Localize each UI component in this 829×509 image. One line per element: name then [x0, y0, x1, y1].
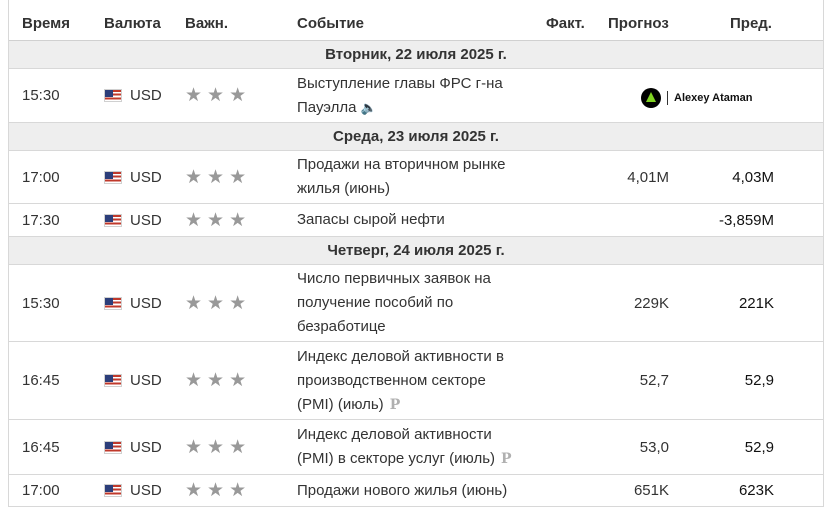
event-row[interactable]: 17:00 USD ★ ★ ★ Продажи на вторичном рынке… — [9, 151, 823, 204]
event-previous: 221K — [738, 294, 774, 312]
event-forecast: 52,7 — [639, 372, 669, 389]
importance-stars: ★ ★ ★ — [185, 204, 251, 236]
us-flag-icon — [104, 440, 122, 454]
event-name[interactable]: Продажи нового жилья (июнь) — [297, 475, 527, 506]
importance-stars: ★ ★ ★ — [185, 265, 251, 341]
column-header-currency[interactable]: Валюта — [104, 15, 161, 32]
star-icon: ★ — [185, 209, 203, 231]
event-currency: USD — [104, 475, 162, 506]
event-forecast: 53,0 — [639, 438, 669, 456]
star-icon: ★ — [207, 166, 225, 188]
column-header-forecast[interactable]: Прогноз — [608, 15, 669, 32]
event-name[interactable]: Индекс деловой активности (PMI) в секторе… — [297, 420, 527, 474]
star-icon: ★ — [229, 85, 247, 106]
event-time: 16:45 — [22, 438, 60, 456]
importance-stars: ★ ★ ★ — [185, 151, 251, 203]
star-icon: ★ — [229, 292, 247, 314]
star-icon: ★ — [229, 370, 247, 391]
event-name[interactable]: Продажи на вторичном рынке жилья (июнь) — [297, 151, 527, 203]
column-header-importance[interactable]: Важн. — [185, 15, 228, 32]
event-forecast: 4,01M — [627, 168, 669, 186]
day-header: Среда, 23 июля 2025 г. — [9, 123, 823, 151]
event-time: 15:30 — [22, 294, 60, 312]
star-icon: ★ — [185, 436, 203, 458]
column-header-actual[interactable]: Факт. — [546, 15, 585, 32]
column-header-time[interactable]: Время — [22, 15, 70, 32]
event-name[interactable]: Индекс деловой активности в производствен… — [297, 342, 527, 419]
preliminary-icon[interactable]: P — [390, 393, 401, 417]
us-flag-icon — [104, 484, 122, 497]
event-name[interactable]: Число первичных заявок на получение пособ… — [297, 265, 527, 341]
event-row[interactable]: 15:30 USD ★ ★ ★ Число первичных заявок на п… — [9, 265, 823, 342]
event-forecast: 651K — [633, 482, 669, 499]
event-time: 17:30 — [22, 211, 60, 229]
event-time: 16:45 — [22, 372, 60, 389]
importance-stars: ★ ★ ★ — [185, 69, 251, 122]
event-currency: USD — [104, 265, 162, 341]
event-time: 17:00 — [22, 168, 60, 186]
star-icon: ★ — [185, 480, 203, 501]
day-header: Вторник, 22 июля 2025 г. — [9, 41, 823, 69]
event-row[interactable]: 17:30 USD ★ ★ ★ Запасы сырой нефти -3,859M — [9, 204, 823, 237]
star-icon: ★ — [207, 209, 225, 231]
star-icon: ★ — [185, 166, 203, 188]
star-icon: ★ — [207, 85, 225, 106]
event-row[interactable]: 15:30 USD ★ ★ ★ Выступление главы ФРС г-на… — [9, 69, 823, 123]
event-currency: USD — [104, 151, 162, 203]
event-currency: USD — [104, 342, 162, 419]
star-icon: ★ — [207, 480, 225, 501]
column-header-previous[interactable]: Пред. — [730, 15, 772, 32]
star-icon: ★ — [185, 370, 203, 391]
event-previous: 623K — [738, 482, 774, 499]
economic-calendar: Время Валюта Важн. Событие Факт. Прогноз… — [8, 0, 824, 507]
event-name[interactable]: Запасы сырой нефти — [297, 204, 527, 236]
watermark: Alexey Ataman — [641, 88, 752, 108]
star-icon: ★ — [185, 292, 203, 314]
event-row[interactable]: 16:45 USD ★ ★ ★ Индекс деловой активности(… — [9, 420, 823, 475]
event-currency: USD — [104, 204, 162, 236]
star-icon: ★ — [207, 436, 225, 458]
star-icon: ★ — [207, 292, 225, 314]
importance-stars: ★ ★ ★ — [185, 420, 251, 474]
importance-stars: ★ ★ ★ — [185, 342, 251, 419]
star-icon: ★ — [185, 85, 203, 106]
table-header: Время Валюта Важн. Событие Факт. Прогноз… — [9, 0, 823, 41]
importance-stars: ★ ★ ★ — [185, 475, 251, 506]
star-icon: ★ — [229, 480, 247, 501]
column-header-event[interactable]: Событие — [297, 15, 364, 32]
event-row[interactable]: 17:00 USD ★ ★ ★ Продажи нового жилья (июнь… — [9, 475, 823, 506]
event-previous: -3,859M — [718, 211, 774, 229]
star-icon: ★ — [207, 370, 225, 391]
event-currency: USD — [104, 69, 162, 122]
event-previous: 52,9 — [744, 438, 774, 456]
event-previous: 52,9 — [744, 372, 774, 389]
event-forecast: 229K — [633, 294, 669, 312]
us-flag-icon — [104, 213, 122, 227]
event-currency: USD — [104, 420, 162, 474]
preliminary-icon[interactable]: P — [501, 447, 512, 471]
star-icon: ★ — [229, 166, 247, 188]
logo-icon — [641, 88, 661, 108]
event-row[interactable]: 16:45 USD ★ ★ ★ Индекс деловой активности … — [9, 342, 823, 420]
star-icon: ★ — [229, 436, 247, 458]
speaker-icon[interactable]: 🔈 — [360, 96, 376, 120]
us-flag-icon — [104, 170, 122, 184]
event-time: 15:30 — [22, 87, 60, 104]
us-flag-icon — [104, 296, 122, 310]
star-icon: ★ — [229, 209, 247, 231]
day-header: Четверг, 24 июля 2025 г. — [9, 237, 823, 265]
us-flag-icon — [104, 374, 122, 387]
event-previous: 4,03M — [732, 168, 774, 186]
us-flag-icon — [104, 89, 122, 102]
event-time: 17:00 — [22, 482, 60, 499]
event-name[interactable]: Выступление главы ФРС г-на Пауэлла 🔈 — [297, 69, 527, 122]
